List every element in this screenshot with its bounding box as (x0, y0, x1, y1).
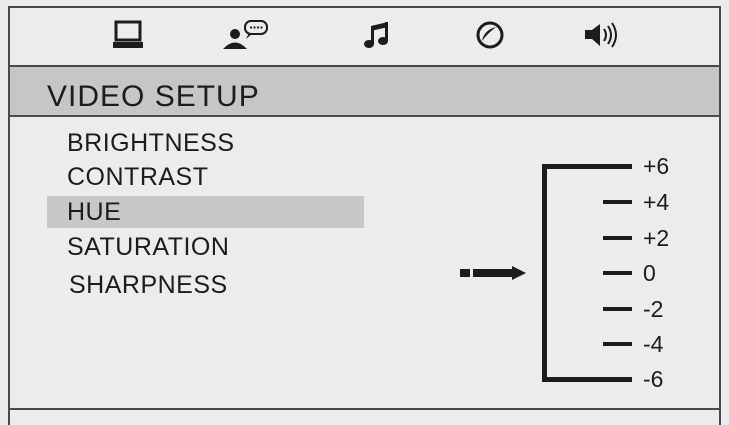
status-bar-divider (10, 408, 719, 410)
scale-label: -6 (643, 366, 664, 392)
level-pointer-icon (460, 266, 526, 280)
scale-label: -4 (643, 331, 664, 357)
scale-label: -2 (643, 296, 664, 322)
osd-screen: VIDEO SETUP BRIGHTNESS CONTRAST HUE SATU… (8, 6, 721, 425)
scale-label: +4 (643, 189, 670, 215)
scale-label: +2 (643, 225, 670, 251)
scale-bracket (542, 164, 632, 382)
scale-label: 0 (643, 260, 656, 286)
scale-label: +6 (643, 153, 670, 179)
